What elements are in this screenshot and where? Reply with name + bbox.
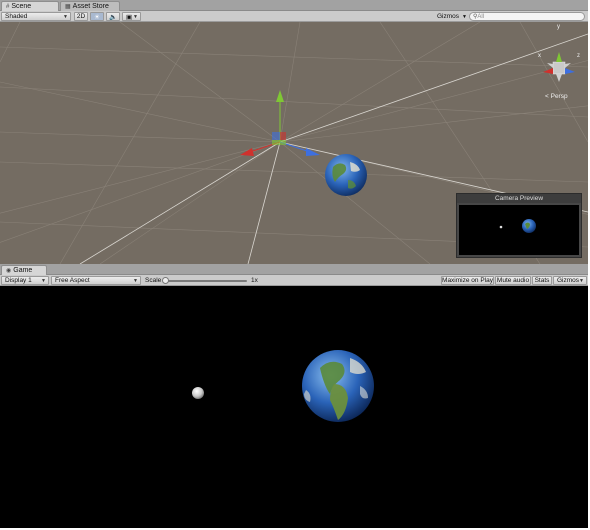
- tab-asset-store[interactable]: ▦ Asset Store: [60, 1, 120, 11]
- game-gizmos-label: Gizmos: [557, 277, 580, 284]
- tab-asset-store-label: Asset Store: [72, 3, 109, 10]
- maximize-on-play-toggle[interactable]: Maximize on Play: [441, 276, 494, 285]
- gizmo-z-label: z: [577, 53, 580, 59]
- scene-tabbar: # Scene ▦ Asset Store: [0, 0, 588, 11]
- preview-moon: [499, 225, 503, 229]
- aspect-value: Free Aspect: [55, 277, 90, 284]
- aspect-dropdown[interactable]: Free Aspect ▼: [51, 276, 141, 285]
- projection-label: Persp: [550, 93, 568, 100]
- mute-audio-toggle[interactable]: Mute audio: [495, 276, 531, 285]
- maximize-on-play-label: Maximize on Play: [442, 277, 493, 284]
- tab-game-label: Game: [13, 267, 33, 274]
- stats-toggle[interactable]: Stats: [532, 276, 552, 285]
- display-value: Display 1: [5, 277, 32, 284]
- persp-icon: <: [545, 93, 549, 100]
- tab-scene-label: Scene: [11, 3, 32, 10]
- tab-scene[interactable]: # Scene: [1, 1, 59, 11]
- store-icon: ▦: [65, 4, 71, 10]
- 2d-toggle-button[interactable]: 2D: [74, 12, 88, 21]
- scale-value: 1x: [251, 277, 258, 284]
- audio-toggle-button[interactable]: 🔈: [106, 12, 120, 21]
- gizmos-dropdown[interactable]: Gizmos ▼: [437, 12, 467, 21]
- scene-icon: #: [6, 3, 10, 10]
- scene-earth: [325, 154, 367, 196]
- sun-icon: ☀: [94, 13, 100, 21]
- scale-slider-handle[interactable]: [162, 277, 169, 284]
- chevron-down-icon: ▼: [133, 277, 138, 284]
- search-input[interactable]: ⚲ All: [469, 12, 585, 21]
- chevron-down-icon: ▼: [579, 277, 584, 284]
- mute-audio-label: Mute audio: [496, 277, 530, 284]
- scale-slider-track[interactable]: [163, 280, 247, 282]
- game-toolbar: Display 1 ▼ Free Aspect ▼ Scale 1x Maxim…: [0, 275, 588, 286]
- game-earth: [302, 350, 374, 422]
- stats-label: Stats: [534, 277, 550, 284]
- chevron-down-icon: ▼: [462, 13, 467, 20]
- speaker-icon: 🔈: [108, 13, 118, 21]
- gizmos-label: Gizmos: [437, 13, 460, 20]
- image-icon: ▣: [126, 13, 133, 21]
- lighting-toggle-button[interactable]: ☀: [90, 12, 104, 21]
- chevron-down-icon: ▼: [63, 13, 68, 20]
- 2d-label: 2D: [76, 13, 86, 20]
- game-gizmos-dropdown[interactable]: Gizmos ▼: [553, 276, 587, 285]
- shading-mode-value: Shaded: [5, 13, 28, 20]
- game-viewport[interactable]: [0, 286, 588, 528]
- projection-toggle[interactable]: < Persp: [545, 93, 568, 100]
- chevron-down-icon: ▼: [41, 277, 46, 284]
- game-render: [192, 350, 374, 422]
- camera-preview-view: [459, 205, 579, 255]
- scene-toolbar: Shaded ▼ 2D ☀ 🔈 ▣ ▼ Gizmos ▼ ⚲ All: [0, 11, 588, 22]
- tab-game[interactable]: ◉ Game: [1, 265, 47, 275]
- camera-preview-title: Camera Preview: [457, 194, 581, 203]
- scale-label: Scale: [145, 277, 162, 284]
- preview-render: [499, 219, 536, 233]
- gizmo-x-label: x: [538, 53, 541, 59]
- gizmo-y-label: y: [557, 24, 560, 30]
- display-dropdown[interactable]: Display 1 ▼: [1, 276, 49, 285]
- camera-preview: Camera Preview: [456, 193, 582, 258]
- shading-mode-dropdown[interactable]: Shaded ▼: [1, 12, 71, 21]
- game-tabbar: ◉ Game: [0, 264, 588, 275]
- search-placeholder: All: [477, 13, 485, 20]
- effects-dropdown[interactable]: ▣ ▼: [122, 12, 141, 21]
- game-moon: [192, 387, 204, 399]
- game-icon: ◉: [6, 268, 12, 274]
- chevron-down-icon: ▼: [133, 13, 138, 20]
- orientation-gizmo: [543, 52, 575, 82]
